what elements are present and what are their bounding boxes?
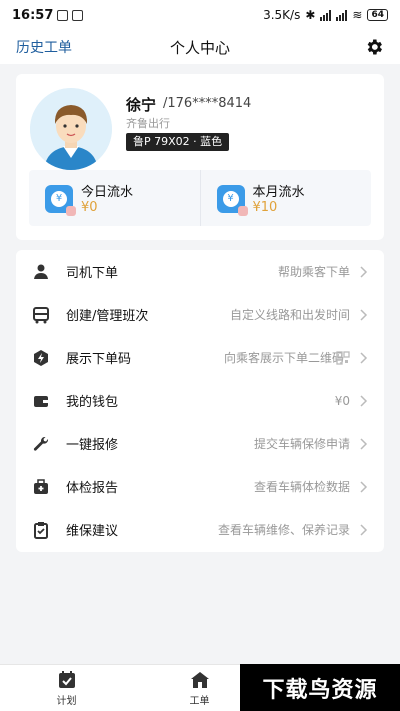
watermark-logo: 下载鸟资源 [240,664,400,711]
menu-item-maintenance[interactable]: 维保建议 查看车辆维修、保养记录 [16,508,384,551]
menu-item-label: 体检报告 [66,481,119,496]
stat-today-value: ¥0 [81,200,98,215]
money-bag-icon: ¥ [45,185,76,216]
bus-icon [33,306,49,323]
chevron-right-icon [360,523,368,536]
user-phone: /176****8414 [163,96,252,111]
avatar[interactable] [30,88,112,170]
stat-month-label: 本月流水 [252,185,305,200]
medical-kit-icon [34,478,48,494]
stat-month-value: ¥10 [252,200,278,215]
stat-month[interactable]: ¥ 本月流水 ¥10 [199,170,372,226]
menu-item-inspection[interactable]: 体检报告 查看车辆体检数据 [16,465,384,508]
clipboard-icon [34,521,48,539]
chevron-right-icon [360,437,368,450]
gear-icon[interactable] [364,37,384,57]
menu-item-desc: 向乘客展示下单二维码 [223,351,344,365]
plate-badge: 鲁P 79X02 · 蓝色 [126,133,230,151]
function-menu: 司机下单 帮助乘客下单 创建/管理班次 自定义线路和出发时间 展示下单码 向乘客… [16,250,384,552]
menu-item-driver-order[interactable]: 司机下单 帮助乘客下单 [16,250,384,293]
stat-today[interactable]: ¥ 今日流水 ¥0 [29,170,200,226]
calendar-check-icon [59,671,75,688]
menu-item-desc: 查看车辆维修、保养记录 [217,523,350,537]
network-speed: 3.5K/s [263,8,301,22]
tab-plan[interactable]: 计划 [0,665,133,711]
chevron-right-icon [360,265,368,278]
message-icon [72,9,84,21]
history-orders-link[interactable]: 历史工单 [16,37,72,57]
chevron-right-icon [360,351,368,364]
earnings-stats: ¥ 今日流水 ¥0 ¥ 本月流水 ¥10 [29,170,371,226]
chevron-right-icon [360,480,368,493]
menu-item-shifts[interactable]: 创建/管理班次 自定义线路和出发时间 [16,293,384,336]
driver-icon [34,264,48,279]
signal-icon [320,9,332,21]
notification-icon [57,9,69,21]
user-name: 徐宁 [126,96,157,114]
qr-code-icon [336,350,350,365]
menu-item-desc: ¥0 [334,393,350,408]
bluetooth-icon: ✱ [305,8,316,22]
menu-item-repair[interactable]: 一键报修 提交车辆保修申请 [16,422,384,465]
top-header: 历史工单 个人中心 [0,30,400,64]
menu-item-desc: 自定义线路和出发时间 [229,308,350,322]
stat-today-label: 今日流水 [81,185,134,200]
menu-item-order-code[interactable]: 展示下单码 向乘客展示下单二维码 [16,336,384,379]
menu-item-label: 创建/管理班次 [66,309,149,324]
chevron-right-icon [360,308,368,321]
menu-item-wallet[interactable]: 我的钱包 ¥0 [16,379,384,422]
menu-item-desc: 查看车辆体检数据 [253,480,350,494]
menu-item-label: 司机下单 [66,266,119,281]
tab-label: 计划 [56,696,77,707]
battery-icon: 64 [367,9,388,21]
menu-item-desc: 提交车辆保修申请 [253,437,350,451]
user-company: 齐鲁出行 [126,117,170,130]
wallet-icon [34,395,48,407]
wrench-icon [33,436,49,451]
menu-item-label: 展示下单码 [66,352,132,367]
chevron-right-icon [360,394,368,407]
wifi-icon: ≋ [352,8,363,22]
menu-item-label: 我的钱包 [66,395,119,410]
flash-code-icon [34,349,48,366]
menu-item-label: 一键报修 [66,438,119,453]
signal-icon-2 [336,9,348,21]
home-icon [191,672,209,688]
menu-item-desc: 帮助乘客下单 [277,265,350,279]
menu-item-label: 维保建议 [66,524,119,539]
status-time: 16:57 [12,7,54,23]
money-bag-icon: ¥ [216,185,248,216]
status-bar: 16:57 3.5K/s ✱ ≋ 64 [0,0,400,30]
profile-card: 徐宁 /176****8414 齐鲁出行 鲁P 79X02 · 蓝色 ¥ 今日流… [16,74,384,240]
